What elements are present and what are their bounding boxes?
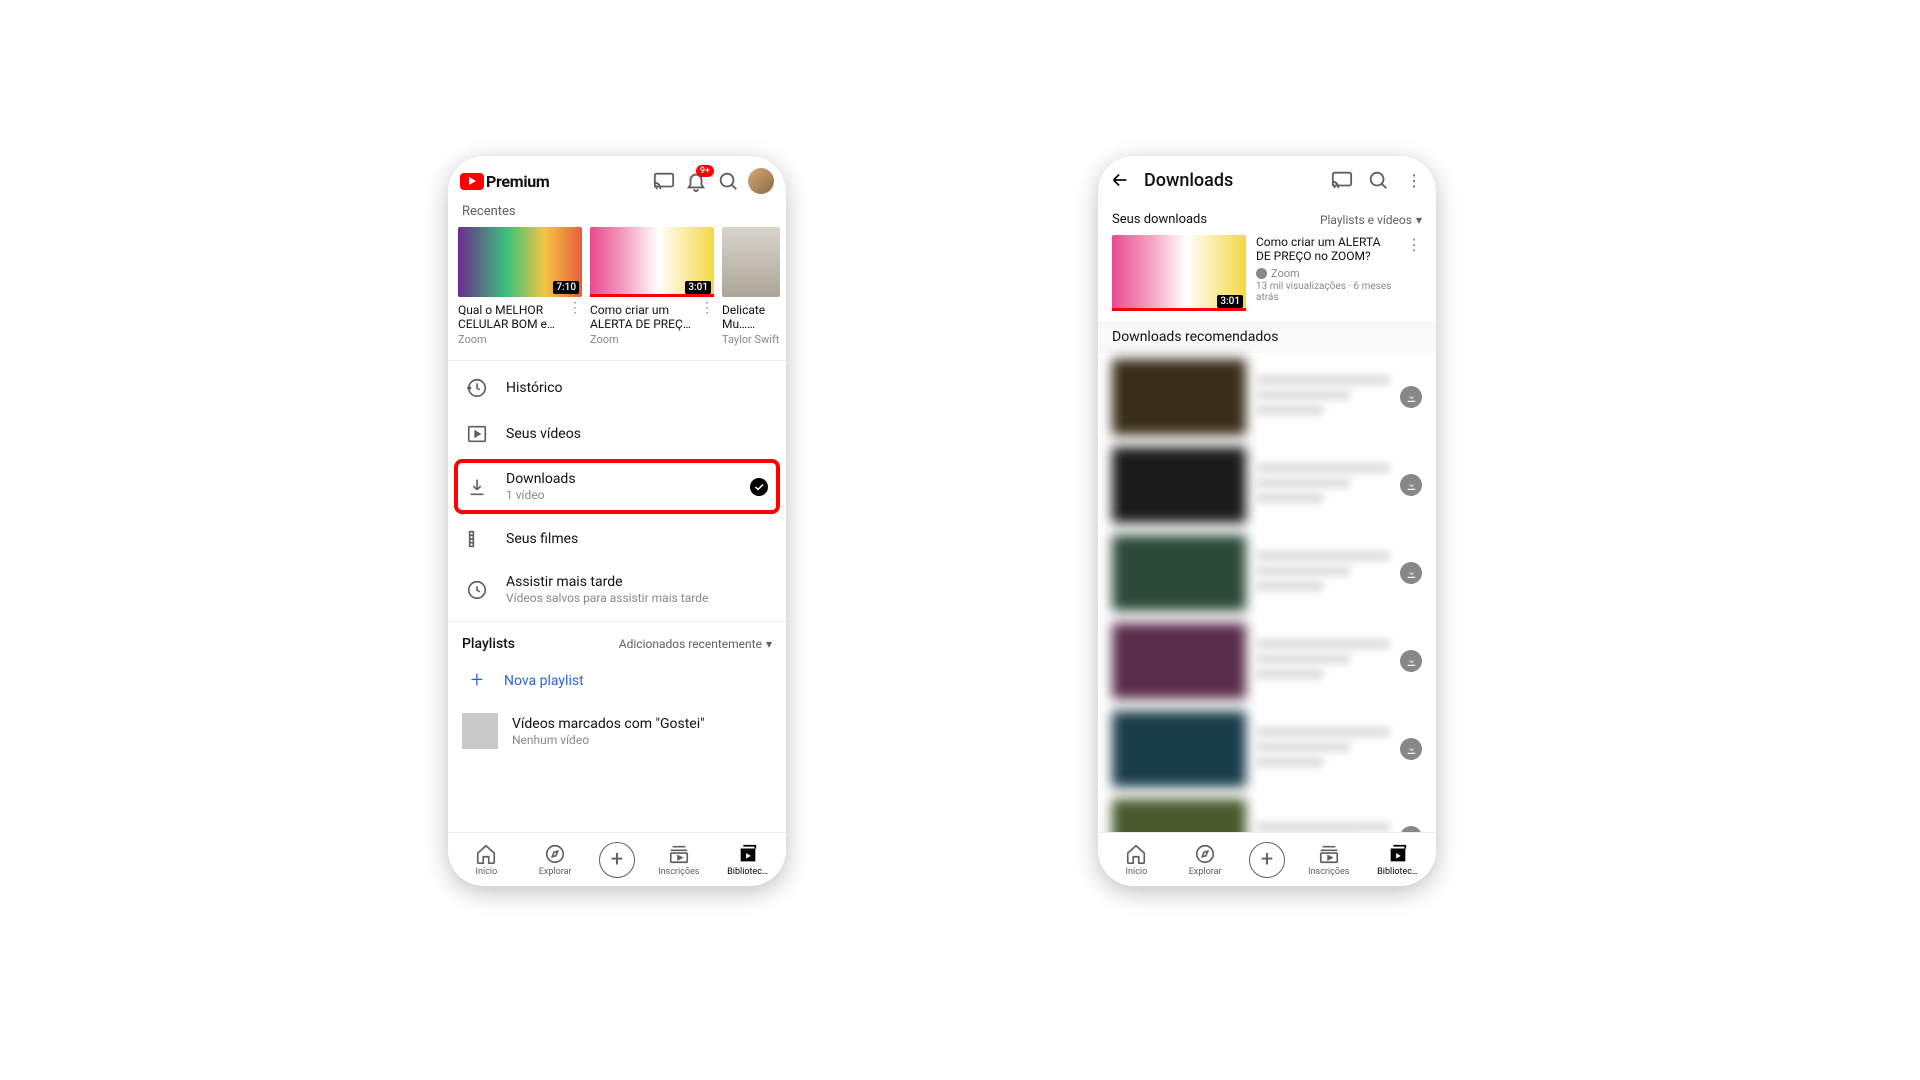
clock-icon [466,579,488,601]
nav-subscriptions[interactable]: Inscrições [1304,843,1354,877]
nav-explore[interactable]: Explorar [530,843,580,877]
library-your-movies[interactable]: Seus filmes [448,516,786,562]
downloaded-video-item[interactable]: 3:01 Como criar um ALERTA DE PREÇO no ZO… [1098,235,1436,321]
header: Downloads ⋮ [1098,156,1436,204]
playlist-liked-videos[interactable]: Vídeos marcados com "Gostei" Nenhum víde… [448,705,786,757]
nav-library[interactable]: Bibliotec… [1373,843,1423,877]
cast-icon[interactable] [1330,168,1354,192]
film-icon [466,528,488,550]
recommended-item[interactable] [1112,799,1422,832]
chevron-down-icon: ▾ [766,637,772,651]
recommended-item[interactable] [1112,535,1422,611]
page-title: Downloads [1144,170,1233,191]
nav-create-button[interactable]: + [599,842,635,878]
download-icon[interactable] [1400,386,1422,408]
search-icon[interactable] [716,169,740,193]
notifications-icon[interactable]: 9+ [684,169,708,193]
playlists-header: Playlists Adicionados recentemente▾ [448,626,786,656]
plus-icon: + [466,668,488,693]
search-icon[interactable] [1366,168,1390,192]
youtube-premium-logo[interactable]: Premium [460,172,549,191]
library-watch-later[interactable]: Assistir mais tarde Vídeos salvos para a… [448,562,786,617]
bottom-nav: Início Explorar + Inscrições Bibliotec… [448,832,786,886]
recents-row: 7:10 Qual o MELHOR CELULAR BOM e B…⋮ Zoo… [448,227,786,356]
recommended-item[interactable] [1112,623,1422,699]
playlist-thumb [462,713,498,749]
library-downloads[interactable]: Downloads 1 vídeo [454,459,780,514]
phone-downloads-screen: Downloads ⋮ Seus downloads Playlists e v… [1098,156,1436,886]
recommended-label: Downloads recomendados [1098,321,1436,353]
recommended-list [1098,353,1436,832]
downloads-subheader: Seus downloads Playlists e vídeos▾ [1098,204,1436,235]
download-icon[interactable] [1400,474,1422,496]
more-icon[interactable]: ⋮ [568,303,582,313]
nav-explore[interactable]: Explorar [1180,843,1230,877]
cast-icon[interactable] [652,169,676,193]
nav-library[interactable]: Bibliotec… [723,843,773,877]
recommended-item[interactable] [1112,711,1422,787]
library-history[interactable]: Histórico [448,365,786,411]
nav-create-button[interactable]: + [1249,842,1285,878]
play-outline-icon [466,423,488,445]
verified-icon [1256,268,1267,279]
phone-library-screen: Premium 9+ Recentes 7:10 Q [448,156,786,886]
recent-card[interactable]: 7:10 Qual o MELHOR CELULAR BOM e B…⋮ Zoo… [458,227,582,346]
bottom-nav: Início Explorar + Inscrições Bibliotec… [1098,832,1436,886]
library-your-videos[interactable]: Seus vídeos [448,411,786,457]
download-icon[interactable] [1400,650,1422,672]
youtube-play-icon [460,173,484,190]
recent-card[interactable]: Delicate Mu… Dance Rehe… Taylor Swift [722,227,780,346]
back-icon[interactable] [1108,168,1132,192]
playlists-sort[interactable]: Adicionados recentemente▾ [619,637,772,651]
brand-text: Premium [486,172,549,191]
check-icon [750,478,768,496]
download-icon[interactable] [1400,738,1422,760]
nav-home[interactable]: Início [1111,843,1161,877]
recent-card[interactable]: 3:01 Como criar um ALERTA DE PREÇO …⋮ Zo… [590,227,714,346]
more-icon[interactable]: ⋮ [1406,235,1422,311]
chevron-down-icon: ▾ [1416,213,1422,227]
downloads-filter[interactable]: Playlists e vídeos▾ [1320,213,1422,227]
notification-badge: 9+ [696,165,714,177]
recommended-item[interactable] [1112,447,1422,523]
header: Premium 9+ [448,156,786,200]
more-icon[interactable]: ⋮ [700,303,714,313]
nav-home[interactable]: Início [461,843,511,877]
more-icon[interactable]: ⋮ [1402,168,1426,192]
recents-label: Recentes [448,200,786,227]
new-playlist-button[interactable]: + Nova playlist [448,656,786,705]
history-icon [466,377,488,399]
avatar[interactable] [748,168,774,194]
recommended-item[interactable] [1112,359,1422,435]
nav-subscriptions[interactable]: Inscrições [654,843,704,877]
download-icon[interactable] [1400,562,1422,584]
download-icon [466,476,488,498]
